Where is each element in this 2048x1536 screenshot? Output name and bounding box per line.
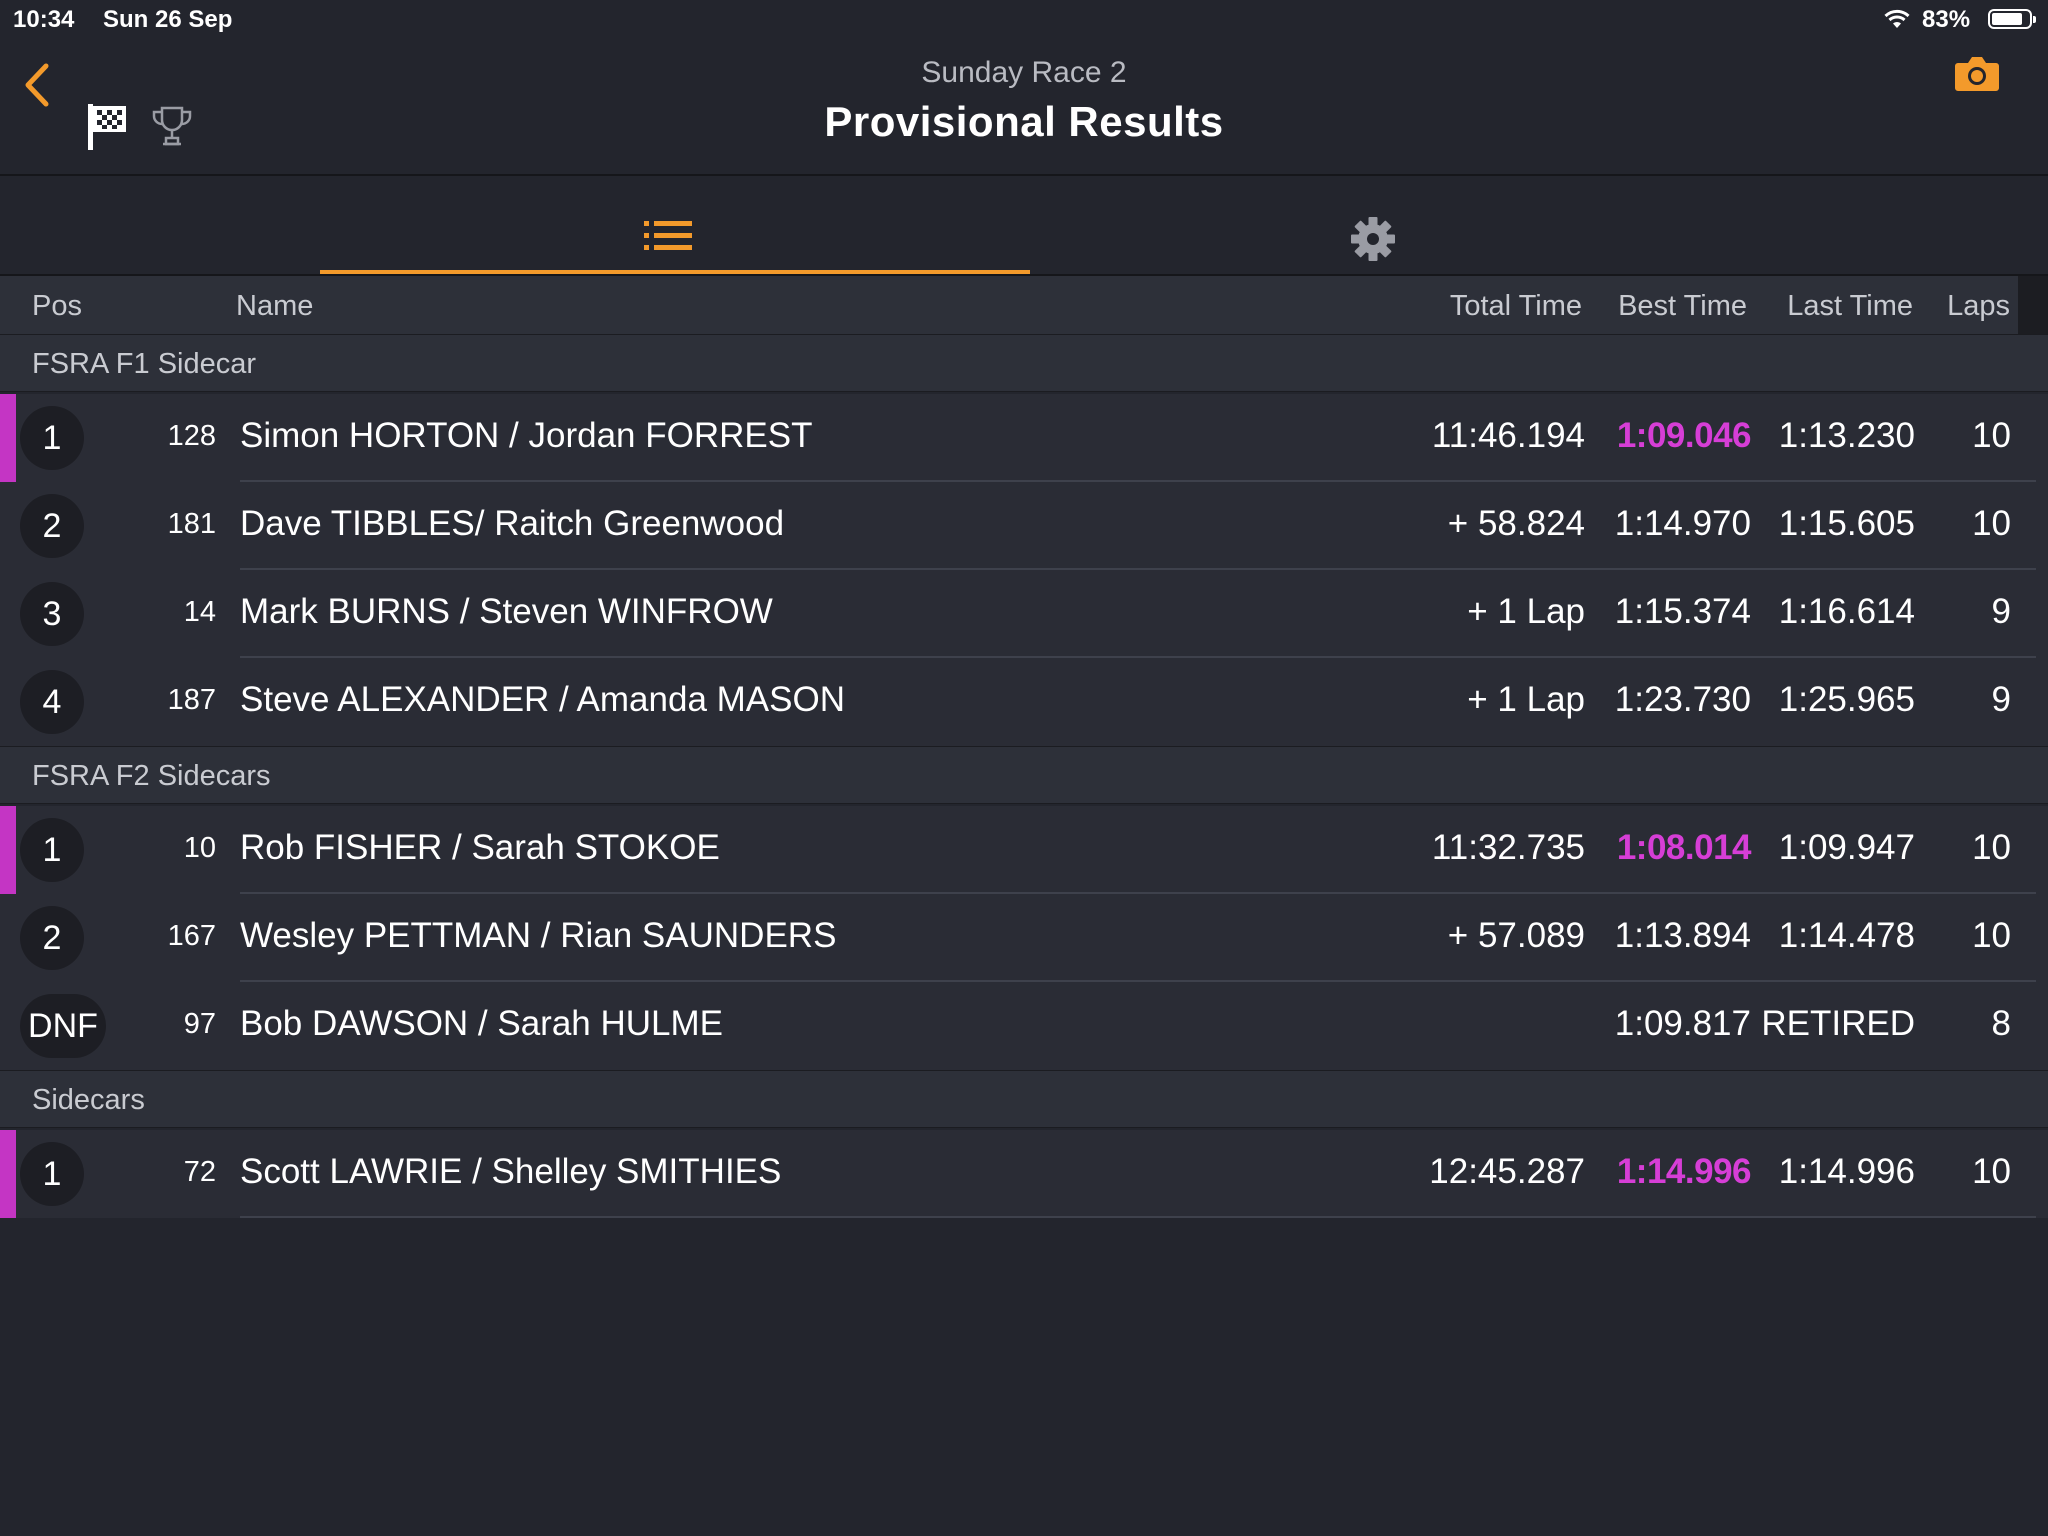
race-number: 10 [183,832,216,864]
rider-name: Scott LAWRIE / Shelley SMITHIES [240,1152,782,1191]
class-name: FSRA F1 Sidecar [32,348,257,380]
gear-icon [1351,217,1395,261]
race-number: 187 [167,684,216,716]
result-row[interactable]: 1 128 Simon HORTON / Jordan FORREST 11:4… [0,394,2048,482]
results-column-header: Pos Name Total Time Best Time Last Time … [0,276,2048,334]
total-time: 11:32.735 [1431,828,1585,867]
best-time: 1:15.374 [1614,592,1751,631]
laps-count: 9 [1991,680,2011,719]
race-number: 72 [183,1156,216,1188]
total-time: + 1 Lap [1467,680,1585,719]
result-row[interactable]: 1 72 Scott LAWRIE / Shelley SMITHIES 12:… [0,1130,2048,1218]
battery-level [1992,13,2022,25]
column-pos[interactable]: Pos [32,290,82,323]
result-row[interactable]: DNF 97 Bob DAWSON / Sarah HULME 1:09.817… [0,982,2048,1070]
laps-count: 10 [1972,416,2011,455]
column-total-time[interactable]: Total Time [1450,290,1582,323]
result-row[interactable]: 4 187 Steve ALEXANDER / Amanda MASON + 1… [0,658,2048,746]
class-winner-marker [0,1130,16,1218]
race-number: 97 [183,1008,216,1040]
total-time: 12:45.287 [1429,1152,1585,1191]
best-time: 1:13.894 [1614,916,1751,955]
total-time: 11:46.194 [1431,416,1585,455]
position-badge: 1 [20,1142,84,1206]
total-time: + 1 Lap [1467,592,1585,631]
class-winner-marker [0,806,16,894]
page-title: Provisional Results [824,98,1224,145]
laps-count: 10 [1972,916,2011,955]
race-number: 14 [183,596,216,628]
total-time: + 58.824 [1447,504,1585,543]
last-time: 1:25.965 [1778,680,1915,719]
tab-bar [0,176,2048,276]
position-badge: 2 [20,906,84,970]
best-time: 1:08.014 [1616,828,1752,867]
last-time: 1:13.230 [1778,416,1915,455]
rider-name: Simon HORTON / Jordan FORREST [240,416,813,455]
result-row[interactable]: 1 10 Rob FISHER / Sarah STOKOE 11:32.735… [0,806,2048,894]
last-time: 1:15.605 [1778,504,1915,543]
position-badge: 3 [20,582,84,646]
column-laps[interactable]: Laps [1947,290,2010,323]
best-time: 1:23.730 [1614,680,1751,719]
laps-count: 10 [1972,828,2011,867]
rider-name: Steve ALEXANDER / Amanda MASON [240,680,845,719]
position-badge: 4 [20,670,84,734]
status-bar: 10:34 Sun 26 Sep 83% [0,0,2048,40]
battery-icon [1988,9,2036,29]
result-row[interactable]: 2 181 Dave TIBBLES/ Raitch Greenwood + 5… [0,482,2048,570]
last-time: 1:09.947 [1778,828,1915,867]
race-subtitle: Sunday Race 2 [921,56,1127,89]
list-icon [644,221,692,250]
laps-count: 10 [1972,1152,2011,1191]
total-time: + 57.089 [1447,916,1585,955]
camera-icon [1955,57,1999,91]
best-time: 1:14.996 [1616,1152,1752,1191]
tab-results-list[interactable] [320,176,1030,274]
rider-name: Rob FISHER / Sarah STOKOE [240,828,720,867]
position-badge: 1 [20,818,84,882]
class-winner-marker [0,394,16,482]
race-number: 128 [167,420,216,452]
best-time: 1:14.970 [1614,504,1751,543]
active-tab-indicator [320,270,1030,274]
column-name[interactable]: Name [236,290,313,323]
laps-count: 8 [1991,1004,2011,1043]
race-number: 167 [167,920,216,952]
class-header: FSRA F1 Sidecar [0,334,2048,392]
class-header: FSRA F2 Sidecars [0,746,2048,804]
rider-name: Mark BURNS / Steven WINFROW [240,592,773,631]
laps-count: 9 [1991,592,2011,631]
status-date: Sun 26 Sep [103,6,233,33]
race-number: 181 [167,508,216,540]
tab-settings[interactable] [1350,216,1396,267]
laps-count: 10 [1972,504,2011,543]
result-row[interactable]: 2 167 Wesley PETTMAN / Rian SAUNDERS + 5… [0,894,2048,982]
position-badge: 2 [20,494,84,558]
wifi-icon [1882,8,1912,37]
class-name: FSRA F2 Sidecars [32,760,271,792]
rider-name: Dave TIBBLES/ Raitch Greenwood [240,504,785,543]
column-best-time[interactable]: Best Time [1618,290,1747,323]
last-time: 1:16.614 [1778,592,1915,631]
result-row[interactable]: 3 14 Mark BURNS / Steven WINFROW + 1 Lap… [0,570,2048,658]
rider-name: Bob DAWSON / Sarah HULME [240,1004,724,1043]
position-badge: DNF [20,994,106,1058]
scrollbar-track[interactable] [2018,276,2048,334]
position-badge: 1 [20,406,84,470]
best-time: 1:09.046 [1616,416,1752,455]
best-time: 1:09.817 [1614,1004,1751,1043]
column-last-time[interactable]: Last Time [1787,290,1913,323]
rider-name: Wesley PETTMAN / Rian SAUNDERS [240,916,837,955]
camera-button[interactable] [1954,54,2000,97]
last-time: RETIRED [1761,1004,1915,1043]
nav-bar: Sunday Race 2 Provisional Results [0,40,2048,176]
class-header: Sidecars [0,1070,2048,1128]
status-time: 10:34 [13,6,75,33]
last-time: 1:14.996 [1778,1152,1915,1191]
battery-percentage: 83% [1922,6,1971,33]
last-time: 1:14.478 [1778,916,1915,955]
class-name: Sidecars [32,1084,145,1116]
